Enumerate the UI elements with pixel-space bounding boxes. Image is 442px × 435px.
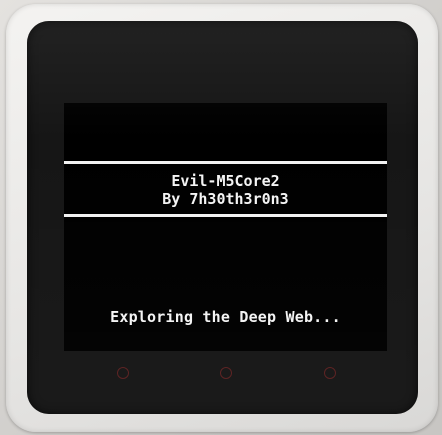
author-credit: By 7h30th3r0n3 — [162, 190, 289, 208]
divider-top — [64, 161, 387, 164]
divider-bottom — [64, 214, 387, 217]
touch-button-a[interactable] — [117, 367, 129, 379]
lcd-screen: Evil-M5Core2 By 7h30th3r0n3 Exploring th… — [64, 103, 387, 351]
touch-button-c[interactable] — [324, 367, 336, 379]
device-face: Evil-M5Core2 By 7h30th3r0n3 Exploring th… — [27, 21, 418, 414]
touch-button-b[interactable] — [220, 367, 232, 379]
app-title: Evil-M5Core2 — [171, 172, 280, 190]
status-message: Exploring the Deep Web... — [110, 308, 341, 326]
device-shell: Evil-M5Core2 By 7h30th3r0n3 Exploring th… — [6, 4, 438, 432]
